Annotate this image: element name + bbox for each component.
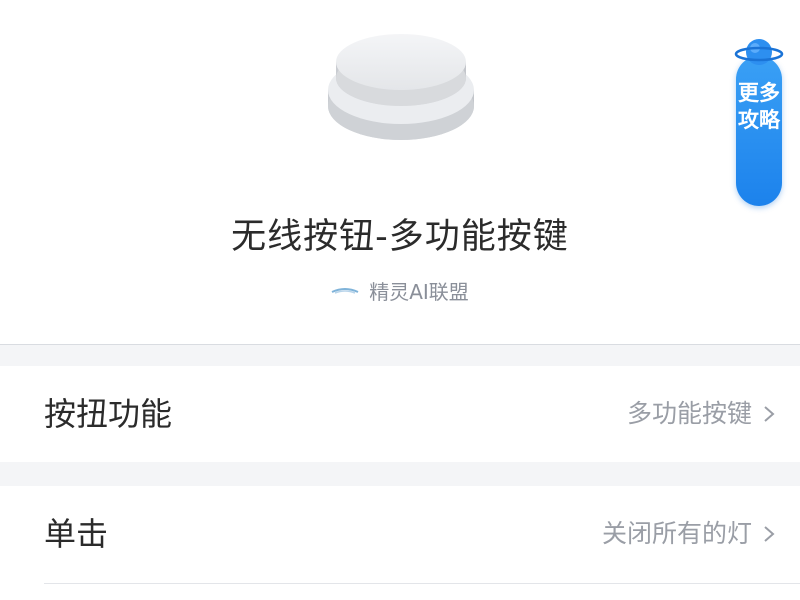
setting-label: 单击 [44, 515, 109, 553]
device-header: 无线按钮-多功能按键 精灵AI联盟 [0, 0, 800, 344]
device-settings-page: 无线按钮-多功能按键 精灵AI联盟 更多攻略 按扭功能 多功能按键 单击 关闭所… [0, 0, 800, 600]
brand-logo-icon [331, 287, 359, 294]
setting-value: 关闭所有的灯 [601, 519, 752, 548]
row-divider [44, 583, 800, 584]
brand-line: 精灵AI联盟 [0, 276, 800, 305]
setting-value: 多功能按键 [626, 399, 752, 428]
device-image [328, 34, 474, 140]
planet-icon [734, 39, 784, 65]
more-guides-button[interactable]: 更多攻略 [728, 32, 790, 206]
section-gap [0, 345, 800, 366]
chevron-right-icon [764, 406, 775, 422]
setting-row-button-function[interactable]: 按扭功能 多功能按键 [0, 366, 800, 462]
chevron-right-icon [764, 526, 775, 542]
setting-label: 按扭功能 [44, 395, 173, 433]
brand-name: 精灵AI联盟 [369, 280, 469, 304]
device-title: 无线按钮-多功能按键 [231, 217, 569, 257]
more-guides-label: 更多攻略 [738, 81, 780, 132]
setting-row-single-click[interactable]: 单击 关闭所有的灯 [0, 486, 800, 582]
section-gap [0, 462, 800, 486]
